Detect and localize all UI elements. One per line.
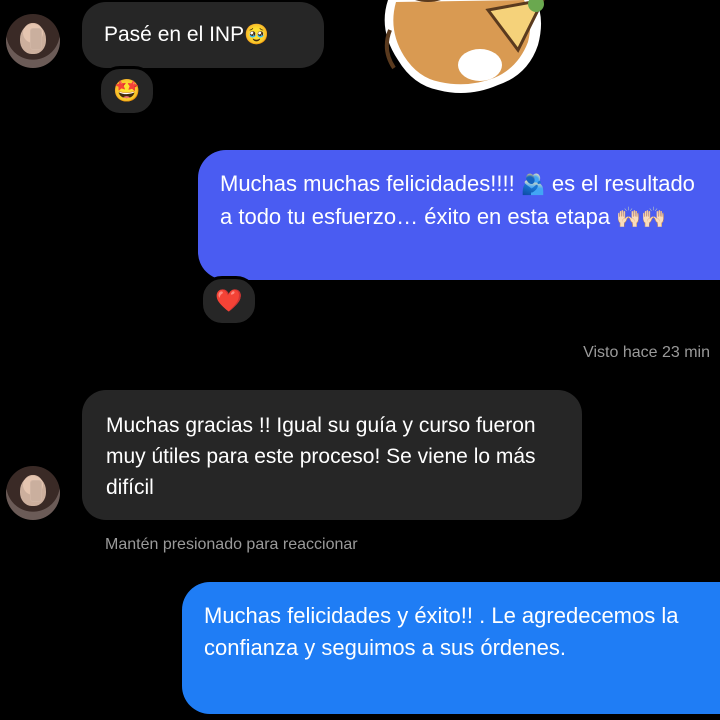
phone-icon (30, 28, 42, 50)
reaction-hint: Mantén presionado para reaccionar (105, 536, 358, 553)
phone-icon (30, 480, 42, 502)
incoming-message[interactable]: Muchas gracias !! Igual su guía y curso … (82, 390, 582, 520)
incoming-message[interactable]: Pasé en el INP🥹 (82, 2, 324, 68)
reaction-badge[interactable]: 🤩 (98, 66, 156, 116)
message-text: Muchas felicidades y éxito!! . Le agrede… (204, 603, 679, 660)
seen-status: Visto hace 23 min (583, 344, 710, 361)
heart-emoji: ❤️ (215, 288, 243, 313)
message-text: Pasé en el INP (104, 23, 245, 46)
outgoing-message[interactable]: Muchas felicidades y éxito!! . Le agrede… (182, 582, 720, 714)
raising-hands-emoji: 🙌🏻🙌🏻 (616, 207, 667, 229)
pleading-face-emoji: 🥹 (244, 24, 269, 46)
people-hugging-emoji: 🫂 (520, 174, 546, 196)
star-eyes-emoji: 🤩 (113, 78, 141, 103)
message-text: Muchas muchas felicidades!!!! (220, 171, 521, 196)
message-text: Muchas gracias !! Igual su guía y curso … (106, 414, 536, 499)
contact-avatar[interactable] (6, 466, 60, 520)
outgoing-message[interactable]: Muchas muchas felicidades!!!! 🫂 es el re… (198, 150, 720, 280)
dog-sticker[interactable] (368, 0, 553, 110)
reaction-badge[interactable]: ❤️ (200, 276, 258, 326)
contact-avatar[interactable] (6, 14, 60, 68)
